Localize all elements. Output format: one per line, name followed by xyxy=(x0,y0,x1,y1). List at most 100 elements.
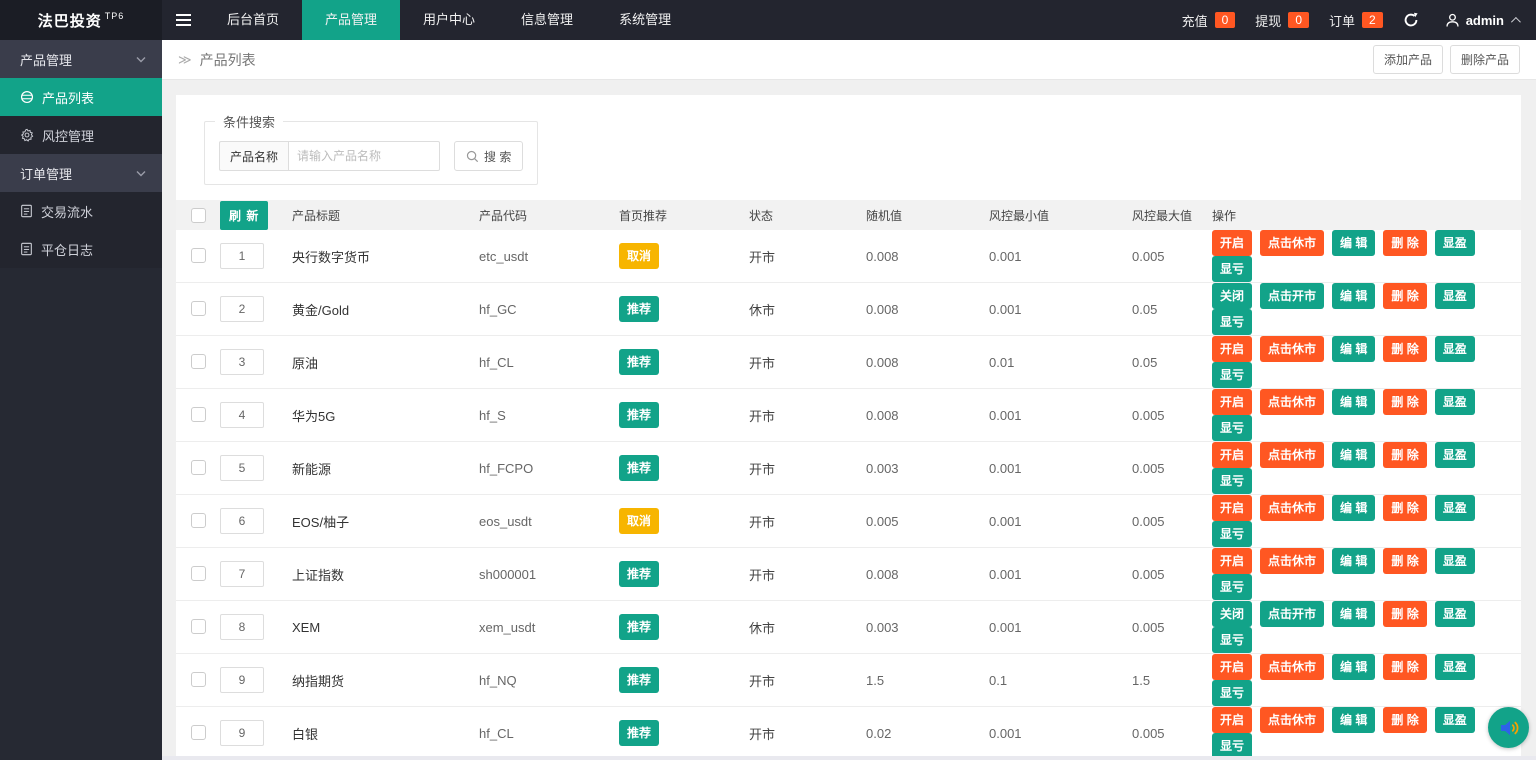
close-market-button[interactable]: 点击休市 xyxy=(1260,230,1324,256)
row-checkbox[interactable] xyxy=(191,513,206,528)
show-loss-button[interactable]: 显亏 xyxy=(1212,415,1252,441)
show-profit-button[interactable]: 显盈 xyxy=(1435,389,1475,415)
audio-notification-button[interactable] xyxy=(1488,707,1529,748)
close-market-button[interactable]: 点击休市 xyxy=(1260,548,1324,574)
add-product-button[interactable]: 添加产品 xyxy=(1373,45,1443,74)
show-profit-button[interactable]: 显盈 xyxy=(1435,230,1475,256)
recommend-badge[interactable]: 推荐 xyxy=(619,720,659,746)
recharge-stat[interactable]: 充值0 xyxy=(1182,11,1236,30)
table-refresh-button[interactable]: 刷 新 xyxy=(220,201,268,230)
recommend-badge[interactable]: 推荐 xyxy=(619,614,659,640)
row-checkbox[interactable] xyxy=(191,619,206,634)
edit-button[interactable]: 编 辑 xyxy=(1332,230,1375,256)
row-index-input[interactable]: 8 xyxy=(220,614,264,640)
row-checkbox[interactable] xyxy=(191,407,206,422)
edit-button[interactable]: 编 辑 xyxy=(1332,389,1375,415)
show-loss-button[interactable]: 显亏 xyxy=(1212,733,1252,756)
withdraw-stat[interactable]: 提现0 xyxy=(1255,11,1309,30)
row-checkbox[interactable] xyxy=(191,460,206,475)
close-market-button[interactable]: 点击休市 xyxy=(1260,336,1324,362)
delete-product-button[interactable]: 删除产品 xyxy=(1450,45,1520,74)
close-button[interactable]: 关闭 xyxy=(1212,601,1252,627)
select-all-checkbox[interactable] xyxy=(191,208,206,223)
orders-stat[interactable]: 订单2 xyxy=(1329,11,1383,30)
show-loss-button[interactable]: 显亏 xyxy=(1212,309,1252,335)
delete-button[interactable]: 删 除 xyxy=(1383,336,1426,362)
edit-button[interactable]: 编 辑 xyxy=(1332,601,1375,627)
close-market-button[interactable]: 点击休市 xyxy=(1260,495,1324,521)
row-index-input[interactable]: 4 xyxy=(220,402,264,428)
row-index-input[interactable]: 9 xyxy=(220,667,264,693)
edit-button[interactable]: 编 辑 xyxy=(1332,654,1375,680)
close-market-button[interactable]: 点击休市 xyxy=(1260,442,1324,468)
close-market-button[interactable]: 点击休市 xyxy=(1260,707,1324,733)
edit-button[interactable]: 编 辑 xyxy=(1332,442,1375,468)
show-profit-button[interactable]: 显盈 xyxy=(1435,283,1475,309)
show-loss-button[interactable]: 显亏 xyxy=(1212,574,1252,600)
delete-button[interactable]: 删 除 xyxy=(1383,707,1426,733)
sidebar-group-0[interactable]: 产品管理 xyxy=(0,40,162,78)
edit-button[interactable]: 编 辑 xyxy=(1332,707,1375,733)
recommend-badge[interactable]: 推荐 xyxy=(619,561,659,587)
row-index-input[interactable]: 7 xyxy=(220,561,264,587)
delete-button[interactable]: 删 除 xyxy=(1383,654,1426,680)
row-checkbox[interactable] xyxy=(191,354,206,369)
recommend-badge[interactable]: 推荐 xyxy=(619,296,659,322)
row-checkbox[interactable] xyxy=(191,301,206,316)
row-index-input[interactable]: 5 xyxy=(220,455,264,481)
close-button[interactable]: 关闭 xyxy=(1212,283,1252,309)
nav-product-management[interactable]: 产品管理 xyxy=(302,0,400,40)
recommend-badge[interactable]: 取消 xyxy=(619,508,659,534)
nav-dashboard[interactable]: 后台首页 xyxy=(204,0,302,40)
row-checkbox[interactable] xyxy=(191,248,206,263)
close-market-button[interactable]: 点击休市 xyxy=(1260,654,1324,680)
show-loss-button[interactable]: 显亏 xyxy=(1212,627,1252,653)
show-profit-button[interactable]: 显盈 xyxy=(1435,495,1475,521)
open-market-button[interactable]: 点击开市 xyxy=(1260,283,1324,309)
show-profit-button[interactable]: 显盈 xyxy=(1435,548,1475,574)
horizontal-scrollbar[interactable] xyxy=(162,756,1536,760)
recommend-badge[interactable]: 取消 xyxy=(619,243,659,269)
delete-button[interactable]: 删 除 xyxy=(1383,283,1426,309)
show-loss-button[interactable]: 显亏 xyxy=(1212,521,1252,547)
search-button[interactable]: 搜 索 xyxy=(454,141,523,171)
row-checkbox[interactable] xyxy=(191,672,206,687)
row-index-input[interactable]: 6 xyxy=(220,508,264,534)
hamburger-icon[interactable] xyxy=(162,0,204,40)
edit-button[interactable]: 编 辑 xyxy=(1332,548,1375,574)
sidebar-item-close-position-log[interactable]: 平仓日志 xyxy=(0,230,162,268)
delete-button[interactable]: 删 除 xyxy=(1383,601,1426,627)
close-market-button[interactable]: 点击休市 xyxy=(1260,389,1324,415)
show-profit-button[interactable]: 显盈 xyxy=(1435,654,1475,680)
row-index-input[interactable]: 9 xyxy=(220,720,264,746)
delete-button[interactable]: 删 除 xyxy=(1383,389,1426,415)
edit-button[interactable]: 编 辑 xyxy=(1332,283,1375,309)
nav-system-management[interactable]: 系统管理 xyxy=(596,0,694,40)
open-market-button[interactable]: 点击开市 xyxy=(1260,601,1324,627)
show-profit-button[interactable]: 显盈 xyxy=(1435,336,1475,362)
sidebar-item-product-list[interactable]: 产品列表 xyxy=(0,78,162,116)
row-index-input[interactable]: 2 xyxy=(220,296,264,322)
open-button[interactable]: 开启 xyxy=(1212,230,1252,256)
row-index-input[interactable]: 3 xyxy=(220,349,264,375)
show-profit-button[interactable]: 显盈 xyxy=(1435,442,1475,468)
open-button[interactable]: 开启 xyxy=(1212,442,1252,468)
row-checkbox[interactable] xyxy=(191,725,206,740)
open-button[interactable]: 开启 xyxy=(1212,495,1252,521)
row-checkbox[interactable] xyxy=(191,566,206,581)
row-index-input[interactable]: 1 xyxy=(220,243,264,269)
user-menu[interactable]: admin xyxy=(1445,13,1518,28)
nav-info-management[interactable]: 信息管理 xyxy=(498,0,596,40)
open-button[interactable]: 开启 xyxy=(1212,707,1252,733)
open-button[interactable]: 开启 xyxy=(1212,654,1252,680)
delete-button[interactable]: 删 除 xyxy=(1383,442,1426,468)
open-button[interactable]: 开启 xyxy=(1212,389,1252,415)
recommend-badge[interactable]: 推荐 xyxy=(619,455,659,481)
delete-button[interactable]: 删 除 xyxy=(1383,548,1426,574)
recommend-badge[interactable]: 推荐 xyxy=(619,402,659,428)
edit-button[interactable]: 编 辑 xyxy=(1332,495,1375,521)
product-name-input[interactable] xyxy=(288,141,440,171)
recommend-badge[interactable]: 推荐 xyxy=(619,667,659,693)
sidebar-item-risk-management[interactable]: 风控管理 xyxy=(0,116,162,154)
edit-button[interactable]: 编 辑 xyxy=(1332,336,1375,362)
